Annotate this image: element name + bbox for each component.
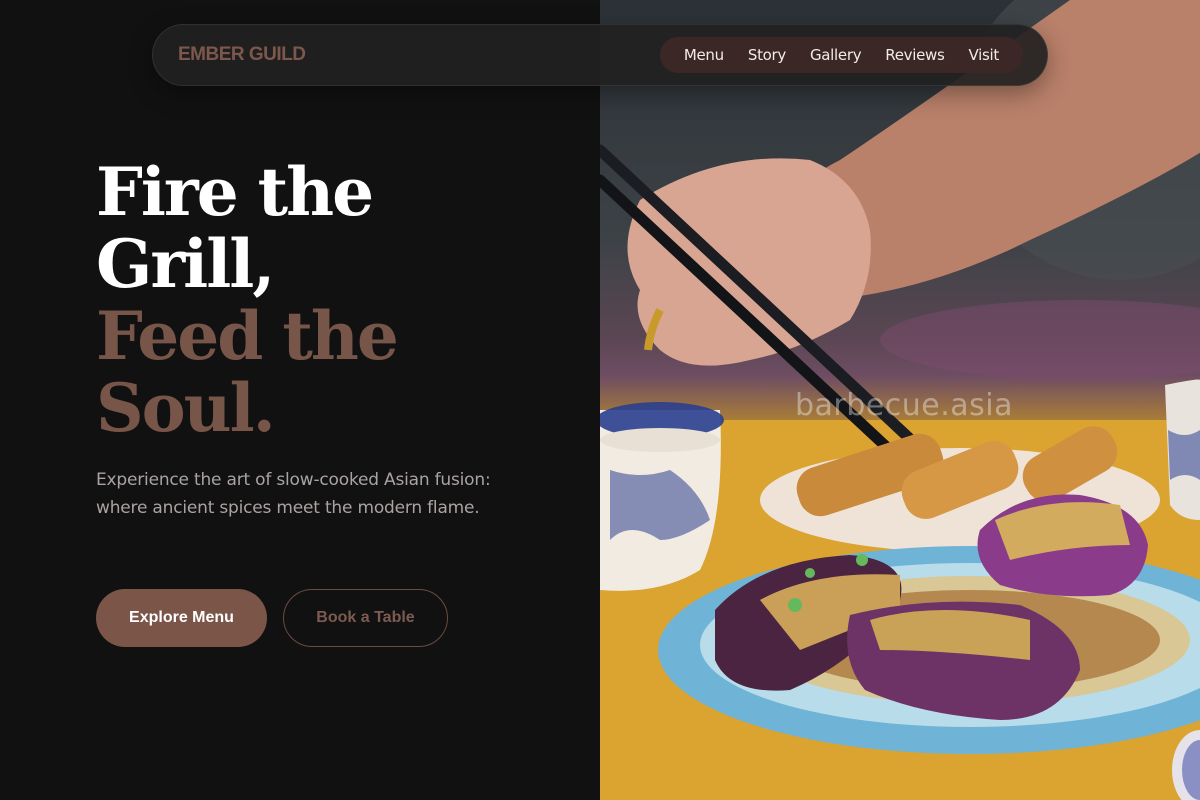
nav-link-gallery[interactable]: Gallery [798,46,873,64]
headline-line-4: Soul. [96,369,276,447]
nav-link-story[interactable]: Story [736,46,798,64]
hero-subtitle: Experience the art of slow-cooked Asian … [96,470,491,518]
nav-link-menu[interactable]: Menu [672,46,736,64]
headline-line-1: Fire the [96,153,374,231]
nav-links: Menu Story Gallery Reviews Visit [659,37,1023,73]
hero-headline: Fire the Grill, Feed the Soul. [96,156,556,444]
headline-line-2: Grill, [96,225,275,303]
nav-link-visit[interactable]: Visit [957,46,1011,64]
brand-logo[interactable]: EMBER GUILD [178,44,306,66]
headline-line-3: Feed the [96,297,399,375]
book-table-button[interactable]: Book a Table [283,589,448,647]
nav-link-reviews[interactable]: Reviews [873,46,956,64]
top-navbar: EMBER GUILD Menu Story Gallery Reviews V… [152,24,1048,86]
explore-menu-button[interactable]: Explore Menu [96,589,267,647]
image-watermark: barbecue.asia [795,388,1013,423]
